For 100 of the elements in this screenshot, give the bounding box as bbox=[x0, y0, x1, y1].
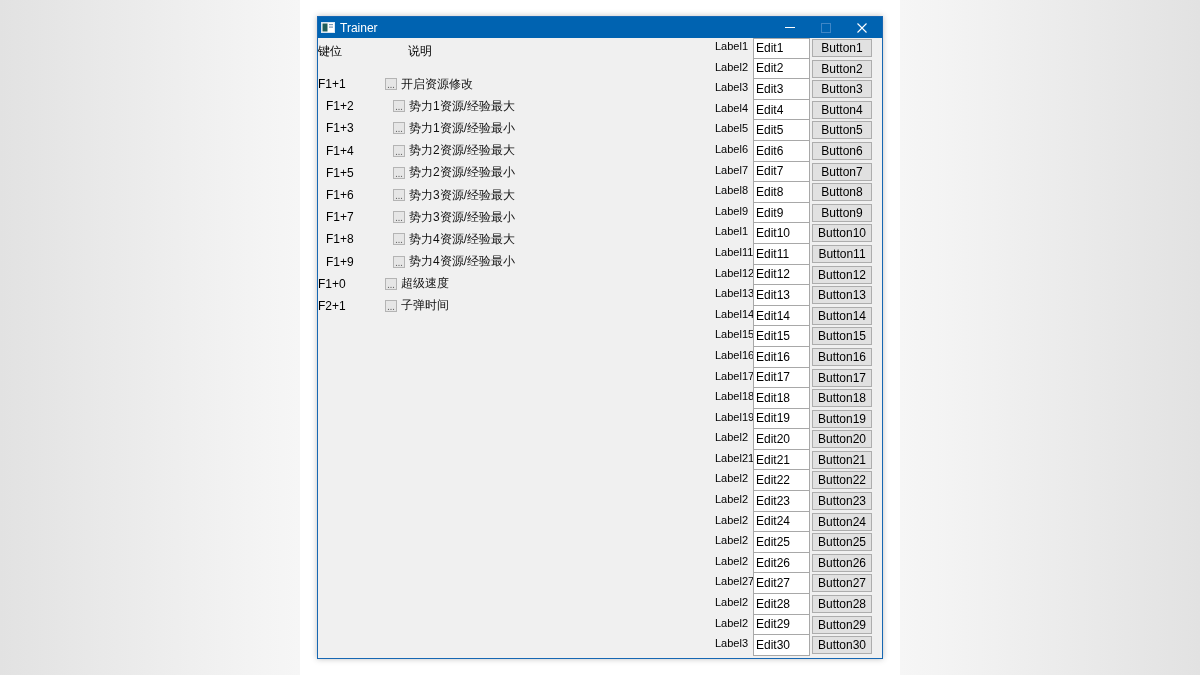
checkbox[interactable] bbox=[385, 299, 397, 312]
action-button[interactable]: Button27 bbox=[812, 574, 872, 593]
edit-field[interactable]: Edit5 bbox=[753, 120, 810, 141]
hotkey-text: F1+9 bbox=[326, 254, 355, 269]
action-button[interactable]: Button28 bbox=[812, 595, 872, 614]
option-label: 势力1资源/经验最大 bbox=[409, 97, 515, 115]
action-button[interactable]: Button24 bbox=[812, 512, 872, 531]
edit-field[interactable]: Edit15 bbox=[753, 326, 810, 347]
control-label: Label2 bbox=[715, 471, 750, 486]
edit-field[interactable]: Edit11 bbox=[753, 243, 810, 265]
edit-field[interactable]: Edit24 bbox=[753, 511, 810, 533]
edit-field[interactable]: Edit8 bbox=[753, 182, 810, 203]
edit-field[interactable]: Edit25 bbox=[753, 532, 810, 553]
action-button[interactable]: Button6 bbox=[812, 141, 872, 160]
option-label: 超级速度 bbox=[401, 275, 449, 293]
action-button[interactable]: Button25 bbox=[812, 533, 872, 552]
minimize-icon bbox=[785, 27, 795, 28]
edit-field[interactable]: Edit6 bbox=[753, 140, 810, 162]
edit-field[interactable]: Edit16 bbox=[753, 346, 810, 368]
edit-field[interactable]: Edit30 bbox=[753, 635, 810, 656]
action-button[interactable]: Button26 bbox=[812, 553, 872, 572]
action-button[interactable]: Button16 bbox=[812, 347, 872, 366]
action-button[interactable]: Button13 bbox=[812, 286, 872, 305]
hotkey-text: F1+8 bbox=[326, 232, 355, 247]
action-button[interactable]: Button23 bbox=[812, 492, 872, 511]
checkbox[interactable] bbox=[393, 233, 405, 246]
control-label: Label14 bbox=[715, 306, 753, 321]
edit-field[interactable]: Edit4 bbox=[753, 99, 810, 121]
edit-field[interactable]: Edit12 bbox=[753, 264, 810, 286]
edit-field[interactable]: Edit21 bbox=[753, 449, 810, 471]
control-label: Label2 bbox=[715, 430, 750, 445]
control-label: Label12 bbox=[715, 265, 753, 280]
checkbox[interactable] bbox=[393, 144, 405, 157]
edit-field[interactable]: Edit9 bbox=[753, 202, 810, 224]
hotkey-text: F1+0 bbox=[318, 276, 347, 291]
action-button[interactable]: Button5 bbox=[812, 121, 872, 140]
edit-field[interactable]: Edit29 bbox=[753, 614, 810, 636]
action-button[interactable]: Button10 bbox=[812, 224, 872, 243]
control-label: Label21 bbox=[715, 450, 753, 465]
action-button[interactable]: Button15 bbox=[812, 327, 872, 346]
edit-field[interactable]: Edit17 bbox=[753, 367, 810, 389]
checkbox[interactable] bbox=[393, 166, 405, 179]
action-button[interactable]: Button4 bbox=[812, 100, 872, 119]
option-label: 开启资源修改 bbox=[401, 75, 473, 93]
option-label: 势力4资源/经验最小 bbox=[409, 253, 515, 271]
edit-field[interactable]: Edit27 bbox=[753, 573, 810, 595]
action-button[interactable]: Button18 bbox=[812, 389, 872, 408]
action-button[interactable]: Button9 bbox=[812, 203, 872, 222]
edit-field[interactable]: Edit22 bbox=[753, 470, 810, 492]
action-button[interactable]: Button21 bbox=[812, 450, 872, 469]
action-button[interactable]: Button17 bbox=[812, 368, 872, 387]
action-button[interactable]: Button29 bbox=[812, 615, 872, 634]
action-button[interactable]: Button30 bbox=[812, 636, 872, 655]
control-label: Label6 bbox=[715, 141, 750, 156]
action-button[interactable]: Button3 bbox=[812, 80, 872, 99]
hotkey-text: F1+3 bbox=[326, 121, 355, 136]
checkbox[interactable] bbox=[393, 100, 405, 113]
edit-field[interactable]: Edit28 bbox=[753, 594, 810, 615]
option-label: 子弹时间 bbox=[401, 297, 449, 315]
action-button[interactable]: Button19 bbox=[812, 409, 872, 428]
window-title: Trainer bbox=[340, 20, 378, 35]
edit-field[interactable]: Edit2 bbox=[753, 58, 810, 80]
control-label: Label17 bbox=[715, 368, 753, 383]
edit-field[interactable]: Edit26 bbox=[753, 552, 810, 574]
action-button[interactable]: Button7 bbox=[812, 162, 872, 181]
action-button[interactable]: Button8 bbox=[812, 183, 872, 202]
control-label: Label15 bbox=[715, 327, 753, 342]
checkbox[interactable] bbox=[385, 78, 397, 91]
action-button[interactable]: Button11 bbox=[812, 244, 872, 263]
edit-field[interactable]: Edit20 bbox=[753, 429, 810, 450]
action-button[interactable]: Button12 bbox=[812, 265, 872, 284]
hotkey-text: F1+5 bbox=[326, 165, 355, 180]
action-button[interactable]: Button14 bbox=[812, 306, 872, 325]
edit-field[interactable]: Edit1 bbox=[753, 38, 810, 59]
action-button[interactable]: Button20 bbox=[812, 430, 872, 449]
checkbox[interactable] bbox=[393, 189, 405, 202]
edit-field[interactable]: Edit10 bbox=[753, 223, 810, 244]
checkbox[interactable] bbox=[393, 211, 405, 224]
edit-field[interactable]: Edit13 bbox=[753, 285, 810, 306]
edit-field[interactable]: Edit14 bbox=[753, 305, 810, 327]
control-label: Label27 bbox=[715, 574, 753, 589]
checkbox[interactable] bbox=[385, 277, 397, 290]
control-label: Label1 bbox=[715, 224, 750, 239]
edit-field[interactable]: Edit7 bbox=[753, 161, 810, 183]
hotkey-text: F1+7 bbox=[326, 210, 355, 225]
hotkey-text: F1+2 bbox=[326, 99, 355, 114]
control-label: Label16 bbox=[715, 347, 753, 362]
action-button[interactable]: Button1 bbox=[812, 39, 872, 57]
option-label: 势力2资源/经验最小 bbox=[409, 164, 515, 182]
action-button[interactable]: Button2 bbox=[812, 59, 872, 78]
checkbox[interactable] bbox=[393, 255, 405, 268]
option-label: 势力3资源/经验最大 bbox=[409, 186, 515, 204]
checkbox[interactable] bbox=[393, 122, 405, 135]
edit-field[interactable]: Edit3 bbox=[753, 79, 810, 100]
action-button[interactable]: Button22 bbox=[812, 471, 872, 490]
edit-field[interactable]: Edit19 bbox=[753, 408, 810, 430]
option-label: 势力1资源/经验最小 bbox=[409, 119, 515, 137]
control-label: Label13 bbox=[715, 286, 753, 301]
edit-field[interactable]: Edit18 bbox=[753, 388, 810, 409]
edit-field[interactable]: Edit23 bbox=[753, 491, 810, 512]
